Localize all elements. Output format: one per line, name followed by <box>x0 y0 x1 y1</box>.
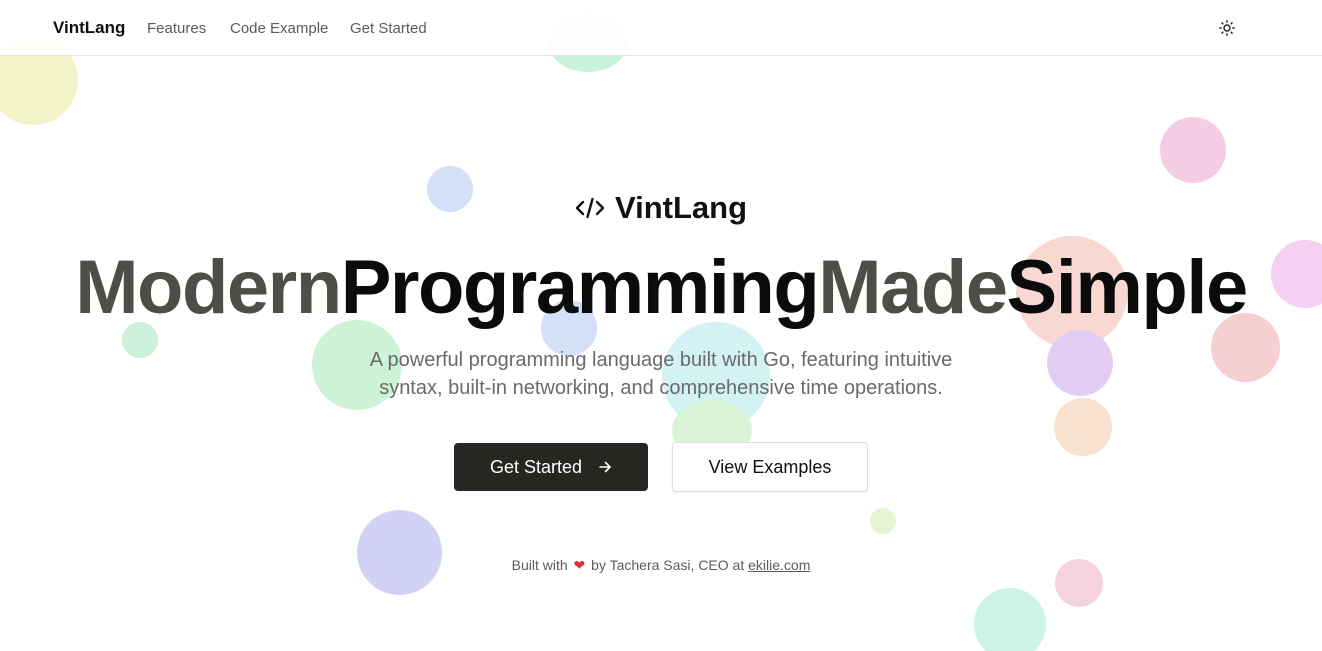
credit-prefix: Built with <box>511 557 568 573</box>
hero-logo: VintLang <box>0 190 1322 226</box>
theme-toggle-button[interactable] <box>1216 17 1238 39</box>
code-icon <box>575 197 605 219</box>
nav-link-features[interactable]: Features <box>147 20 206 37</box>
get-started-button[interactable]: Get Started <box>454 443 648 491</box>
top-nav: VintLang Features Code Example Get Start… <box>0 0 1322 56</box>
credit-middle: by Tachera Sasi, CEO at <box>591 557 745 573</box>
get-started-label: Get Started <box>489 456 583 477</box>
brand-link[interactable]: VintLang <box>53 18 125 38</box>
hero-section: VintLang ModernProgrammingMadeSimple A p… <box>0 56 1322 651</box>
nav-link-code-example[interactable]: Code Example <box>230 20 328 37</box>
sun-icon <box>1219 20 1235 36</box>
headline-word: Simple <box>1006 245 1249 330</box>
view-examples-button[interactable]: View Examples <box>672 442 868 492</box>
hero-subtitle: A powerful programming language built wi… <box>369 349 953 399</box>
nav-link-get-started[interactable]: Get Started <box>350 20 427 37</box>
heart-icon: ❤ <box>573 557 586 573</box>
headline-word: Programming <box>340 245 820 330</box>
headline-word: Made <box>818 245 1008 330</box>
ekilie-link[interactable]: ekilie.com <box>748 557 810 573</box>
hero-logo-text: VintLang <box>614 190 748 225</box>
arrow-right-icon <box>599 461 611 473</box>
view-examples-label: View Examples <box>708 456 832 477</box>
hero-headline: ModernProgrammingMadeSimple <box>0 244 1322 332</box>
footer-credit: Built with ❤ by Tachera Sasi, CEO at eki… <box>0 557 1322 574</box>
page: VintLang Features Code Example Get Start… <box>0 0 1322 651</box>
headline-word: Modern <box>75 245 342 330</box>
